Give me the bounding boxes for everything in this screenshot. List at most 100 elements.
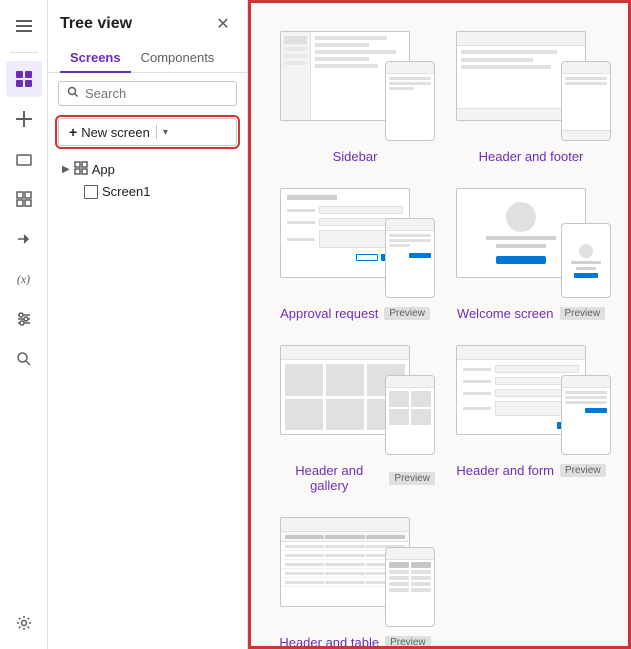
tree-header: Tree view ✕ <box>48 0 247 44</box>
template-panel: Sidebar <box>248 0 631 649</box>
sidebar-thumb-mobile <box>385 61 435 141</box>
plus-icon: + <box>69 124 77 140</box>
gallery-header <box>281 346 409 360</box>
form-thumb-mobile <box>561 375 611 455</box>
mobile-line-2 <box>576 267 596 270</box>
insert-button[interactable] <box>6 101 42 137</box>
template-cell-table[interactable]: Header and table Preview <box>267 505 443 649</box>
settings-button[interactable] <box>6 605 42 641</box>
gallery-card-2 <box>326 364 364 396</box>
approval-title <box>287 195 337 200</box>
tab-screens[interactable]: Screens <box>60 44 131 73</box>
table-row-header <box>281 532 409 542</box>
form-row-1 <box>463 365 579 373</box>
table-header <box>281 518 409 532</box>
template-label-table: Header and table Preview <box>279 635 430 649</box>
template-grid: Sidebar <box>251 3 628 649</box>
preview-badge-gallery: Preview <box>389 472 435 485</box>
hamburger-button[interactable] <box>6 8 42 44</box>
gallery-thumb-mobile <box>385 375 435 455</box>
template-name-table: Header and table <box>279 635 379 649</box>
template-label-welcome: Welcome screen Preview <box>457 306 605 321</box>
approval-row-1 <box>287 206 403 214</box>
preview-badge-welcome: Preview <box>560 307 606 320</box>
thumbnail-welcome <box>451 188 611 298</box>
mobile-circle <box>579 244 593 258</box>
search-icon <box>67 86 79 101</box>
variables-icon: (x) <box>17 272 30 287</box>
preview-badge-approval: Preview <box>384 307 430 320</box>
tree-items: ▶ App Screen1 <box>48 154 247 206</box>
thumbnail-header-footer <box>451 31 611 141</box>
template-label-form: Header and form Preview <box>456 463 605 478</box>
chevron-right-icon: ▶ <box>62 164 70 175</box>
template-cell-sidebar[interactable]: Sidebar <box>267 19 443 176</box>
tree-item-screen1-label: Screen1 <box>102 184 150 199</box>
arrows-button[interactable] <box>6 221 42 257</box>
welcome-line-2 <box>496 244 546 248</box>
thumbnail-approval <box>275 188 435 298</box>
welcome-logo <box>506 202 536 232</box>
preview-badge-form: Preview <box>560 464 606 477</box>
form-header-bar <box>457 346 585 360</box>
thumbnail-sidebar <box>275 31 435 141</box>
new-screen-divider <box>156 125 157 139</box>
tree-tabs: Screens Components <box>48 44 247 73</box>
search-input[interactable] <box>85 86 228 101</box>
preview-badge-table: Preview <box>385 636 431 649</box>
search-box <box>58 81 237 106</box>
template-name-gallery: Header and gallery <box>275 463 383 493</box>
new-screen-label: New screen <box>81 125 150 140</box>
thumbnail-table <box>275 517 435 627</box>
template-name-hf: Header and footer <box>479 149 584 164</box>
template-label-gallery: Header and gallery Preview <box>275 463 435 493</box>
template-name-sidebar: Sidebar <box>333 149 378 164</box>
approval-thumb-mobile <box>385 218 435 298</box>
tree-item-app-label: App <box>92 162 115 177</box>
template-cell-welcome[interactable]: Welcome screen Preview <box>443 176 619 333</box>
hf-thumb-mobile <box>561 61 611 141</box>
template-cell-header-footer[interactable]: Header and footer <box>443 19 619 176</box>
screen-icon <box>84 185 98 199</box>
sidebar-thumb-left <box>281 32 311 120</box>
chevron-down-icon: ▾ <box>163 127 168 138</box>
variables-button[interactable]: (x) <box>6 261 42 297</box>
controls-button[interactable] <box>6 301 42 337</box>
left-toolbar: (x) <box>0 0 48 649</box>
close-icon: ✕ <box>216 14 229 34</box>
welcome-btn <box>496 256 546 264</box>
tree-title: Tree view <box>60 15 132 33</box>
template-cell-approval[interactable]: Approval request Preview <box>267 176 443 333</box>
template-name-approval: Approval request <box>280 306 378 321</box>
shapes-button[interactable] <box>6 141 42 177</box>
toolbar-separator-1 <box>10 52 38 53</box>
template-cell-form[interactable]: Header and form Preview <box>443 333 619 505</box>
mobile-line-1 <box>571 261 601 264</box>
template-name-welcome: Welcome screen <box>457 306 554 321</box>
mobile-btn <box>574 273 598 278</box>
thumbnail-gallery <box>275 345 435 455</box>
table-thumb-mobile <box>385 547 435 627</box>
new-screen-button[interactable]: + New screen ▾ <box>58 118 237 146</box>
tree-item-app[interactable]: ▶ App <box>56 158 239 181</box>
gallery-card-5 <box>326 399 364 431</box>
template-label-approval: Approval request Preview <box>280 306 430 321</box>
gallery-card-1 <box>285 364 323 396</box>
hf-header <box>457 32 585 46</box>
app-icon <box>74 161 88 178</box>
gallery-card-4 <box>285 399 323 431</box>
search-button[interactable] <box>6 341 42 377</box>
thumbnail-form <box>451 345 611 455</box>
welcome-thumb-mobile <box>561 223 611 298</box>
components-button[interactable] <box>6 181 42 217</box>
template-label-hf: Header and footer <box>479 149 584 164</box>
layers-button[interactable] <box>6 61 42 97</box>
template-cell-gallery[interactable]: Header and gallery Preview <box>267 333 443 505</box>
template-label-sidebar: Sidebar <box>333 149 378 164</box>
tree-close-button[interactable]: ✕ <box>211 12 235 36</box>
tree-panel: Tree view ✕ Screens Components + New scr… <box>48 0 248 649</box>
tab-components[interactable]: Components <box>131 44 225 73</box>
template-name-form: Header and form <box>456 463 554 478</box>
welcome-line-1 <box>486 236 556 240</box>
tree-item-screen1[interactable]: Screen1 <box>56 181 239 202</box>
